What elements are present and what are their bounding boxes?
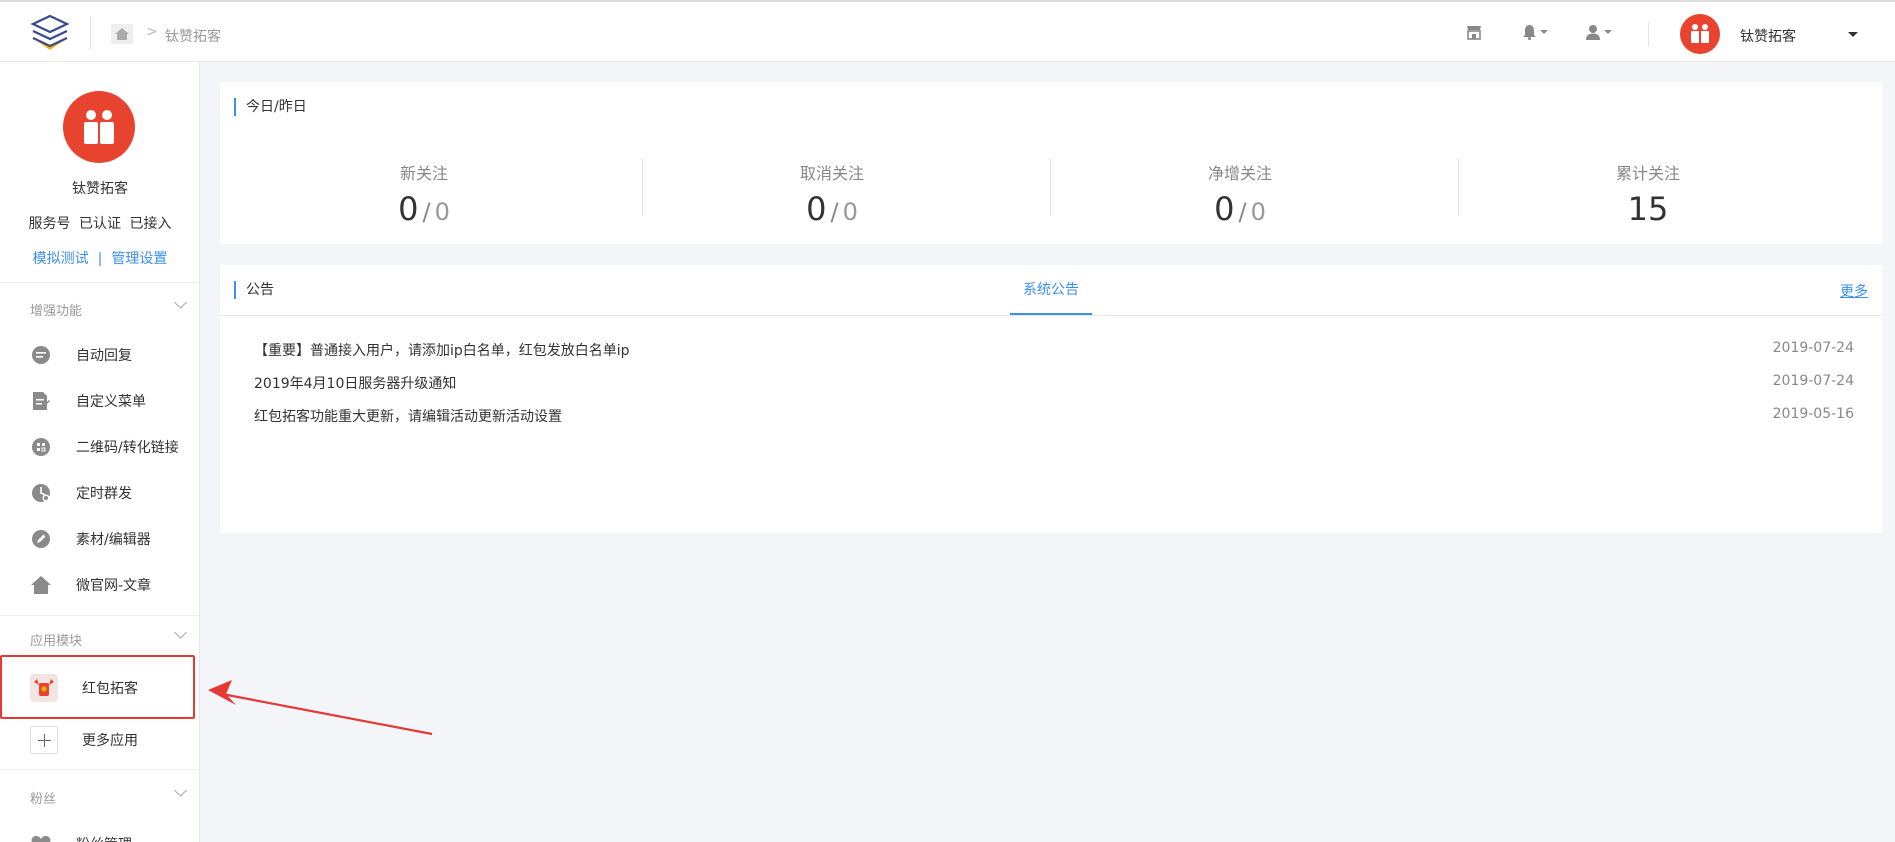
sidebar-divider — [0, 282, 199, 283]
stat-value: 0/0 — [1036, 190, 1444, 231]
stat-slash: / — [422, 198, 431, 226]
pencil-icon — [30, 528, 52, 550]
topbar-divider — [90, 16, 91, 50]
stat-label: 净增关注 — [1207, 164, 1272, 183]
chat-bubble-icon — [30, 344, 52, 366]
sidebar-item-label: 更多应用 — [82, 733, 138, 749]
user-icon[interactable] — [1585, 24, 1612, 40]
notice-item[interactable]: 【重要】普通接入用户，请添加ip白名单，红包发放白名单ip 2019-07-24 — [254, 340, 1854, 362]
red-packet-app-icon — [30, 674, 58, 702]
notice-date: 2019-07-24 — [1772, 340, 1854, 356]
account-type-tag: 服务号 — [28, 216, 71, 232]
verified-tag: 已认证 — [79, 216, 121, 232]
account-name[interactable]: 钛赞拓客 — [1740, 26, 1796, 46]
notice-date: 2019-05-16 — [1772, 406, 1854, 422]
notice-text[interactable]: 红包拓客功能重大更新，请编辑活动更新活动设置 — [254, 409, 562, 425]
home-icon[interactable] — [110, 23, 134, 45]
sidebar-item-fans-manage[interactable]: 粉丝管理 — [0, 821, 199, 842]
stat-yesterday: 0 — [434, 198, 450, 226]
more-notices-link[interactable]: 更多 — [1840, 281, 1868, 301]
sidebar-item-label: 红包拓客 — [82, 681, 138, 697]
chevron-down-icon — [1540, 30, 1548, 34]
plus-icon — [30, 726, 58, 754]
notice-card-title: 公告 — [234, 281, 274, 299]
account-tags: 服务号 已认证 已接入 — [0, 213, 199, 233]
stat-label: 取消关注 — [799, 164, 864, 183]
connected-tag: 已接入 — [129, 216, 172, 232]
chevron-down-icon[interactable] — [174, 784, 187, 797]
sidebar-item-qrcode[interactable]: 二维码/转化链接 — [0, 424, 199, 470]
stat-yesterday: 0 — [1250, 198, 1266, 226]
breadcrumb-separator: > — [146, 24, 158, 40]
stat-slash: / — [1238, 198, 1247, 226]
account-dropdown-icon[interactable] — [1848, 32, 1858, 37]
stat-slash: / — [830, 198, 839, 226]
chevron-down-icon[interactable] — [174, 626, 187, 639]
stat-value: 0/0 — [220, 190, 628, 231]
topbar-divider — [1648, 22, 1649, 46]
stat-today: 0 — [806, 190, 827, 228]
breadcrumb-current: 钛赞拓客 — [165, 29, 221, 45]
notice-text[interactable]: 2019年4月10日服务器升级通知 — [254, 376, 456, 392]
stats-card: 今日/昨日 新关注 0/0 取消关注 0/0 净增关注 0/0 累计关注 15 — [220, 82, 1882, 244]
notice-divider — [220, 315, 1882, 316]
sidebar-item-red-packet[interactable]: 红包拓客 — [0, 665, 199, 711]
notice-date: 2019-07-24 — [1772, 373, 1854, 389]
group-title-apps: 应用模块 — [30, 634, 83, 649]
sidebar-item-label: 自动回复 — [76, 348, 132, 364]
notice-text[interactable]: 【重要】普通接入用户，请添加ip白名单，红包发放白名单ip — [254, 343, 630, 359]
sidebar-item-label: 微官网-文章 — [76, 578, 152, 594]
logo-icon[interactable] — [30, 14, 70, 52]
sidebar-item-label: 自定义菜单 — [76, 394, 146, 410]
stat-label: 新关注 — [399, 164, 448, 183]
sidebar-item-micro-site[interactable]: 微官网-文章 — [0, 562, 199, 608]
stat-value: 0/0 — [628, 190, 1036, 231]
clock-icon — [30, 482, 52, 504]
tab-system-notice[interactable]: 系统公告 — [1010, 265, 1092, 315]
sidebar-item-label: 定时群发 — [76, 486, 132, 502]
sidebar-item-material-editor[interactable]: 素材/编辑器 — [0, 516, 199, 562]
stats-card-title: 今日/昨日 — [234, 98, 307, 116]
sidebar-account-name: 钛赞拓客 — [72, 181, 128, 197]
notice-card: 公告 系统公告 更多 【重要】普通接入用户，请添加ip白名单，红包发放白名单ip… — [220, 265, 1882, 533]
simulate-test-link[interactable]: 模拟测试 — [33, 251, 89, 267]
qrcode-icon — [30, 436, 52, 458]
stat-yesterday: 0 — [842, 198, 858, 226]
notice-item[interactable]: 2019年4月10日服务器升级通知 2019-07-24 — [254, 373, 1854, 395]
sidebar: 钛赞拓客 服务号 已认证 已接入 模拟测试 | 管理设置 增强功能 自动回复 自定义… — [0, 62, 200, 842]
sidebar-divider — [0, 615, 199, 616]
account-avatar — [63, 91, 135, 163]
notification-bell-icon[interactable] — [1522, 24, 1548, 40]
stat-total-follow: 累计关注 15 — [1444, 160, 1852, 228]
link-separator: | — [97, 251, 103, 267]
stat-today: 0 — [398, 190, 419, 228]
stat-value: 15 — [1627, 190, 1669, 228]
stat-today: 0 — [1214, 190, 1235, 228]
sidebar-item-custom-menu[interactable]: 自定义菜单 — [0, 378, 199, 424]
stat-label: 累计关注 — [1615, 164, 1680, 183]
sidebar-item-label: 二维码/转化链接 — [76, 440, 179, 456]
sidebar-item-more-apps[interactable]: 更多应用 — [0, 717, 199, 763]
stat-unfollow: 取消关注 0/0 — [628, 160, 1036, 231]
heart-icon — [30, 833, 52, 842]
stat-new-follow: 新关注 0/0 — [220, 160, 628, 231]
document-edit-icon — [30, 390, 52, 412]
top-bar: > 钛赞拓客 钛赞拓客 — [0, 0, 1895, 62]
account-links: 模拟测试 | 管理设置 — [0, 248, 199, 268]
sidebar-item-auto-reply[interactable]: 自动回复 — [0, 332, 199, 378]
sidebar-item-label: 素材/编辑器 — [76, 532, 151, 548]
avatar[interactable] — [1680, 14, 1720, 54]
group-title-enhanced: 增强功能 — [30, 304, 83, 319]
notice-item[interactable]: 红包拓客功能重大更新，请编辑活动更新活动设置 2019-05-16 — [254, 406, 1854, 428]
manage-settings-link[interactable]: 管理设置 — [111, 251, 167, 267]
chevron-down-icon — [1604, 30, 1612, 34]
group-title-fans: 粉丝 — [30, 792, 57, 807]
sidebar-item-label: 粉丝管理 — [76, 834, 132, 842]
home-icon — [30, 574, 52, 596]
sidebar-item-scheduled-send[interactable]: 定时群发 — [0, 470, 199, 516]
chevron-down-icon[interactable] — [174, 296, 187, 309]
stat-net-follow: 净增关注 0/0 — [1036, 160, 1444, 231]
sidebar-divider — [0, 769, 199, 770]
store-icon[interactable] — [1466, 24, 1482, 40]
